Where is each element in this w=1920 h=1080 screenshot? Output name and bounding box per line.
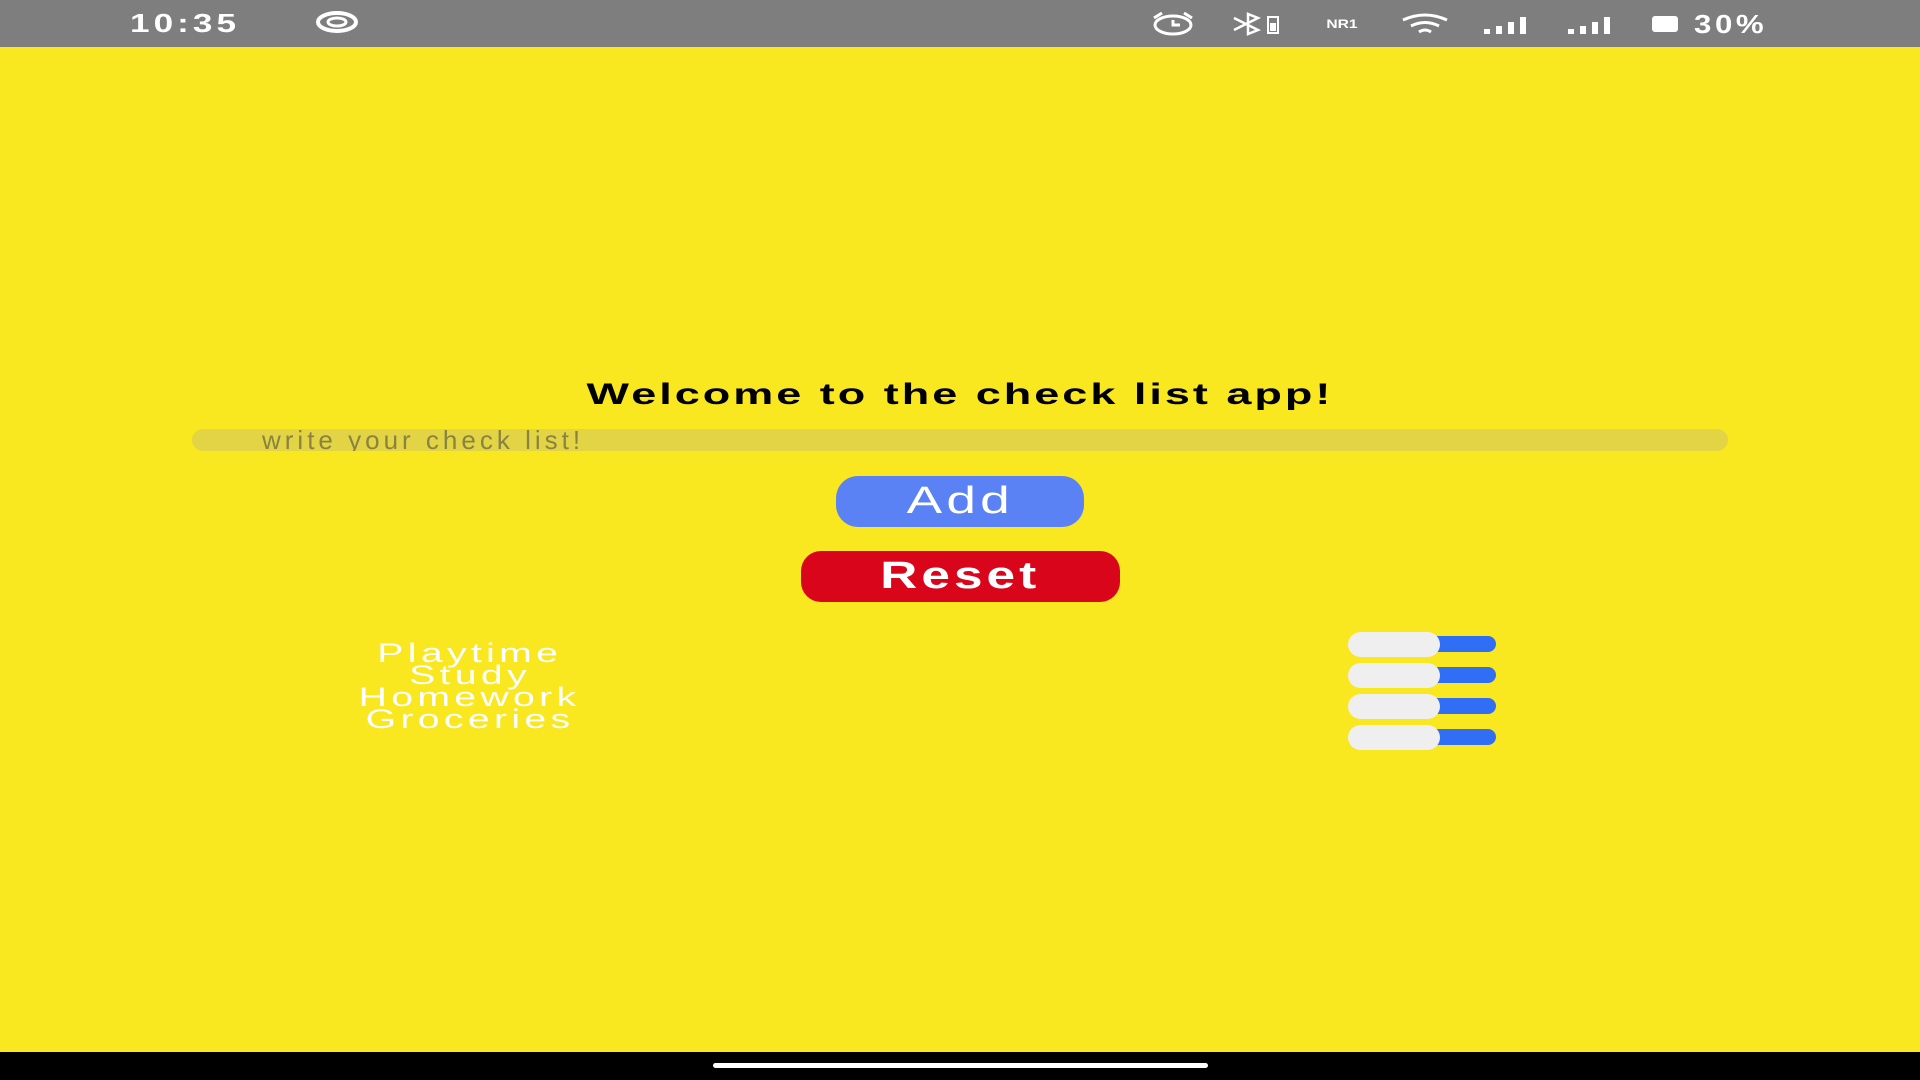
- toggle-thumb[interactable]: [1348, 725, 1440, 750]
- task-list: Playtime Study Homework Groceries: [280, 640, 660, 734]
- add-button[interactable]: Add: [836, 476, 1084, 527]
- battery-percent: 30%: [1694, 8, 1768, 39]
- network-label: NR1: [1326, 16, 1358, 31]
- task-toggle-playtime[interactable]: [1348, 629, 1496, 660]
- status-bar: 10:35 NR1 30%: [0, 0, 1920, 47]
- toggle-thumb[interactable]: [1348, 632, 1440, 657]
- data-sync-icon: [315, 10, 359, 34]
- wifi-icon: [1400, 12, 1450, 36]
- reset-button-label: Reset: [880, 555, 1041, 597]
- task-toggle-groceries[interactable]: [1348, 722, 1496, 753]
- battery-icon: [1650, 12, 1680, 36]
- signal-icon: [1566, 12, 1618, 36]
- signal-icon: [1482, 12, 1534, 36]
- status-icons: NR1 30%: [1150, 8, 1764, 40]
- task-item-groceries: Groceries: [280, 704, 660, 734]
- page-title-text: Welcome to the check list app!: [586, 378, 1334, 411]
- toggle-thumb[interactable]: [1348, 663, 1440, 688]
- add-button-label: Add: [906, 480, 1014, 522]
- task-toggle-homework[interactable]: [1348, 691, 1496, 722]
- reset-button[interactable]: Reset: [801, 551, 1120, 602]
- checklist-input[interactable]: [192, 429, 1728, 451]
- bluetooth-battery-icon: [1228, 12, 1284, 36]
- nr-network-icon: NR1: [1316, 18, 1368, 30]
- alarm-icon: [1150, 12, 1196, 36]
- home-indicator[interactable]: [713, 1063, 1208, 1068]
- toggle-list: [1348, 629, 1496, 753]
- status-time: 10:35: [130, 8, 241, 38]
- task-label: Groceries: [365, 704, 575, 734]
- toggle-thumb[interactable]: [1348, 694, 1440, 719]
- page-title: Welcome to the check list app!: [0, 378, 1920, 412]
- task-toggle-study[interactable]: [1348, 660, 1496, 691]
